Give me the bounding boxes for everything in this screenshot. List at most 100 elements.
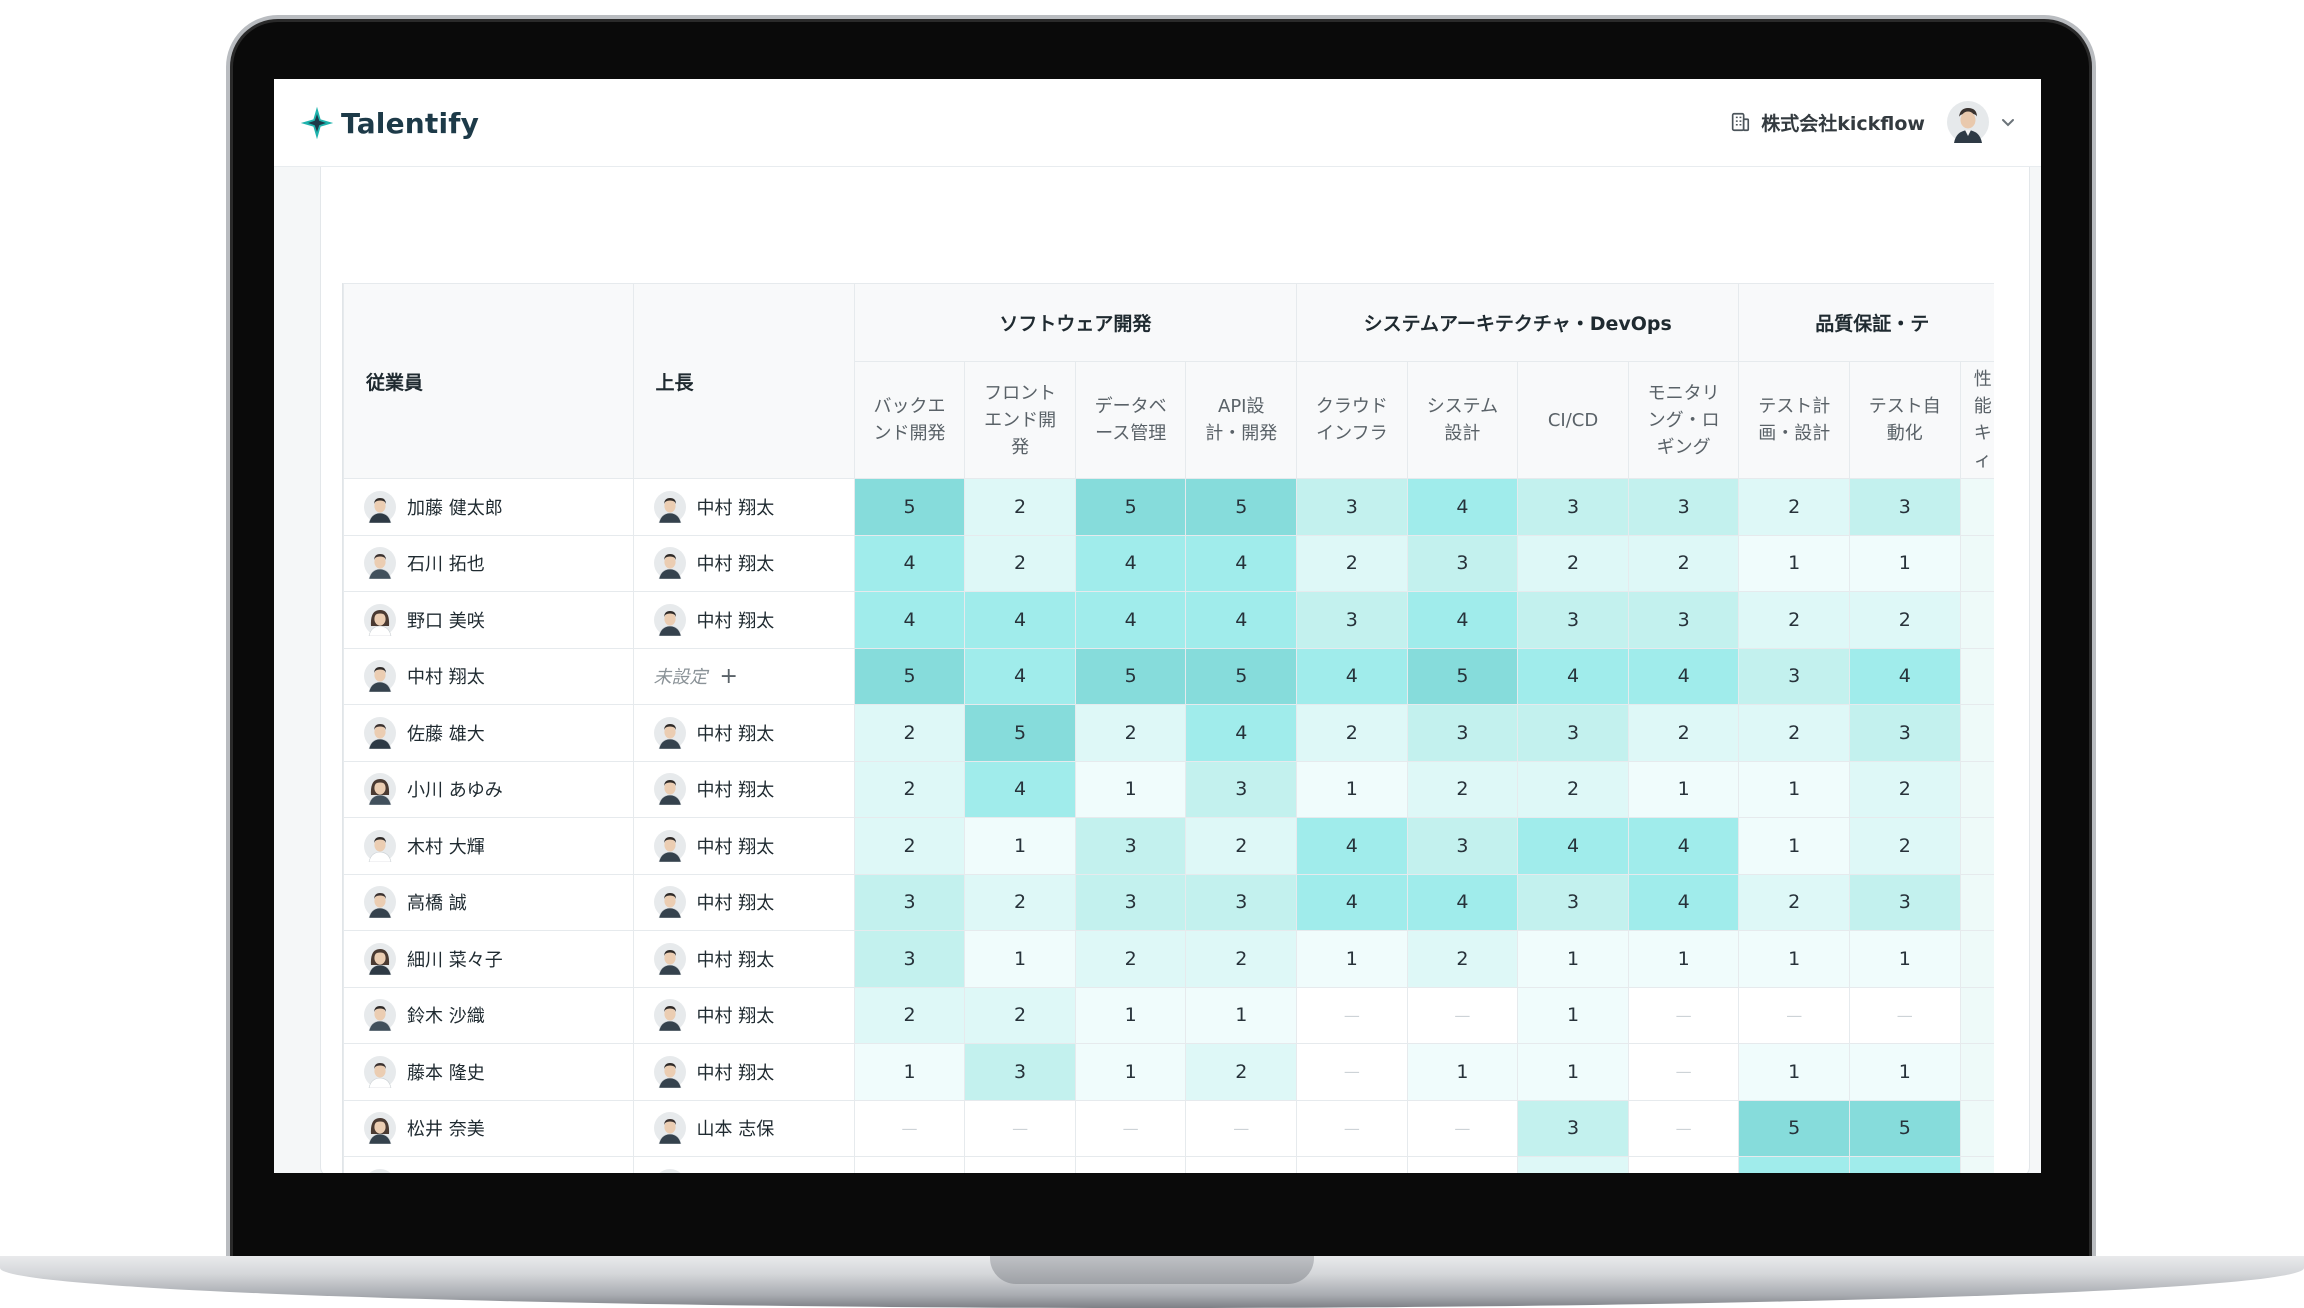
skill-column-header[interactable]: テスト計 画・設計 <box>1738 361 1850 479</box>
skill-score-cell[interactable]: 4 <box>1627 873 1740 931</box>
skill-score-cell[interactable]: — <box>964 1099 1076 1157</box>
skill-score-cell[interactable]: 1 <box>1738 760 1850 818</box>
skill-score-cell[interactable]: 3 <box>853 873 966 931</box>
skill-score-cell[interactable]: 1 <box>1074 760 1187 818</box>
skill-score-cell[interactable]: — <box>1406 1156 1519 1173</box>
table-row[interactable]: 小川 あゆみ 中村 翔太 2 4 1 3 1 2 2 1 1 2 <box>343 760 1994 818</box>
skill-score-cell[interactable]: 3 <box>1738 647 1850 705</box>
skill-score-cell[interactable]: 1 <box>1849 534 1961 592</box>
skill-score-cell[interactable]: 1 <box>1627 930 1740 988</box>
skill-score-cell[interactable]: 1 <box>964 817 1076 875</box>
skill-score-cell[interactable]: 1 <box>1296 760 1408 818</box>
skill-score-cell[interactable]: 1 <box>1738 1043 1850 1101</box>
skill-score-cell[interactable] <box>1959 534 1994 592</box>
skill-score-cell[interactable] <box>1959 760 1994 818</box>
skill-score-cell[interactable]: — <box>853 1099 966 1157</box>
skill-score-cell[interactable]: 4 <box>1517 647 1629 705</box>
brand-logo[interactable]: Talentify <box>299 105 479 141</box>
skill-score-cell[interactable] <box>1959 647 1994 705</box>
skill-score-cell[interactable]: — <box>1627 986 1740 1044</box>
add-supervisor-icon[interactable]: + <box>720 664 738 689</box>
skill-score-cell[interactable] <box>1959 873 1994 931</box>
skill-score-cell[interactable]: 5 <box>1738 1099 1850 1157</box>
skill-score-cell[interactable]: 1 <box>1517 1043 1629 1101</box>
skill-score-cell[interactable]: 2 <box>1849 817 1961 875</box>
skill-column-header[interactable]: バックエ ンド開発 <box>853 361 966 479</box>
supervisor-cell[interactable]: 中村 翔太 <box>632 1043 855 1101</box>
skill-score-cell[interactable]: 3 <box>1406 817 1519 875</box>
skill-score-cell[interactable]: 1 <box>1738 817 1850 875</box>
skill-score-cell[interactable]: 5 <box>1074 647 1187 705</box>
skill-score-cell[interactable]: 2 <box>853 817 966 875</box>
skill-score-cell[interactable]: 3 <box>1517 591 1629 649</box>
skill-column-header[interactable]: クラウド インフラ <box>1296 361 1408 479</box>
table-row[interactable]: 松井 奈美 山本 志保 — — — — — —3—5 5 <box>343 1099 1994 1157</box>
skill-score-cell[interactable] <box>1959 1099 1994 1157</box>
supervisor-cell[interactable]: 中村 翔太 <box>632 817 855 875</box>
skill-score-cell[interactable]: — <box>1296 1156 1408 1173</box>
table-row[interactable]: 佐藤 雄大 中村 翔太 2 5 2 4 2 3 3 2 2 3 <box>343 704 1994 762</box>
skill-score-cell[interactable]: 2 <box>964 873 1076 931</box>
skill-score-cell[interactable]: 2 <box>1074 930 1187 988</box>
skill-score-cell[interactable]: 4 <box>1074 591 1187 649</box>
skill-score-cell[interactable] <box>1959 1043 1994 1101</box>
skill-score-cell[interactable]: 3 <box>1627 478 1740 536</box>
skill-score-cell[interactable]: 2 <box>1406 760 1519 818</box>
employee-cell[interactable]: 野口 美咲 <box>343 591 634 649</box>
skill-score-cell[interactable]: 3 <box>1849 873 1961 931</box>
skill-score-cell[interactable]: 5 <box>1185 478 1298 536</box>
skill-score-cell[interactable]: 2 <box>964 986 1076 1044</box>
skill-score-cell[interactable]: 2 <box>1849 591 1961 649</box>
employee-cell[interactable]: 大野 和希 <box>343 1156 634 1173</box>
table-row[interactable]: 大野 和希山本 志保——————2—44 <box>343 1156 1994 1173</box>
skill-score-cell[interactable]: 1 <box>1074 986 1187 1044</box>
skill-score-cell[interactable]: 2 <box>1074 704 1187 762</box>
skill-score-cell[interactable] <box>1959 591 1994 649</box>
skill-score-cell[interactable]: 2 <box>853 760 966 818</box>
skill-score-cell[interactable] <box>1959 478 1994 536</box>
skill-score-cell[interactable]: 5 <box>964 704 1076 762</box>
skill-score-cell[interactable]: 5 <box>1406 647 1519 705</box>
skill-score-cell[interactable]: 5 <box>853 478 966 536</box>
skill-score-cell[interactable]: 4 <box>1517 817 1629 875</box>
skill-score-cell[interactable] <box>1959 817 1994 875</box>
employee-cell[interactable]: 藤本 隆史 <box>343 1043 634 1101</box>
skill-score-cell[interactable]: — <box>1185 1099 1298 1157</box>
skill-score-cell[interactable]: 2 <box>1517 760 1629 818</box>
skill-score-cell[interactable]: 4 <box>1296 873 1408 931</box>
company-name[interactable]: 株式会社kickflow <box>1761 109 1925 136</box>
skill-score-cell[interactable]: — <box>1406 986 1519 1044</box>
skill-score-cell[interactable]: — <box>1738 986 1850 1044</box>
skill-score-cell[interactable]: — <box>1627 1099 1740 1157</box>
skill-score-cell[interactable]: — <box>1627 1156 1740 1173</box>
skill-matrix-scroll[interactable]: 従業員 上長 ソフトウェア開発 システムアーキテクチャ・DevOps 品質保証・テ … <box>342 283 1994 1173</box>
skill-score-cell[interactable]: 3 <box>1627 591 1740 649</box>
employee-cell[interactable]: 石川 拓也 <box>343 534 634 592</box>
skill-column-header[interactable]: 性能キィ <box>1959 361 1994 479</box>
skill-score-cell[interactable]: 4 <box>964 647 1076 705</box>
skill-score-cell[interactable]: 3 <box>1517 478 1629 536</box>
skill-column-header[interactable]: データベ ース管理 <box>1074 361 1187 479</box>
skill-score-cell[interactable] <box>1959 704 1994 762</box>
skill-score-cell[interactable]: 4 <box>853 591 966 649</box>
skill-score-cell[interactable]: 4 <box>853 534 966 592</box>
skill-score-cell[interactable]: 1 <box>1185 986 1298 1044</box>
skill-score-cell[interactable]: 4 <box>1406 478 1519 536</box>
skill-score-cell[interactable]: 3 <box>964 1043 1076 1101</box>
employee-cell[interactable]: 中村 翔太 <box>343 647 634 705</box>
skill-score-cell[interactable]: 2 <box>853 986 966 1044</box>
skill-score-cell[interactable]: 2 <box>1296 534 1408 592</box>
skill-score-cell[interactable]: 2 <box>1517 1156 1629 1173</box>
skill-score-cell[interactable]: 2 <box>964 534 1076 592</box>
skill-score-cell[interactable]: 5 <box>1074 478 1187 536</box>
supervisor-cell[interactable]: 中村 翔太 <box>632 704 855 762</box>
skill-score-cell[interactable]: 1 <box>853 1043 966 1101</box>
skill-score-cell[interactable]: — <box>1296 1043 1408 1101</box>
skill-score-cell[interactable]: 1 <box>1627 760 1740 818</box>
skill-score-cell[interactable]: — <box>1849 986 1961 1044</box>
skill-score-cell[interactable]: 3 <box>1517 704 1629 762</box>
supervisor-cell[interactable]: 中村 翔太 <box>632 986 855 1044</box>
skill-score-cell[interactable]: 2 <box>1738 704 1850 762</box>
skill-score-cell[interactable]: 3 <box>1849 478 1961 536</box>
employee-cell[interactable]: 松井 奈美 <box>343 1099 634 1157</box>
